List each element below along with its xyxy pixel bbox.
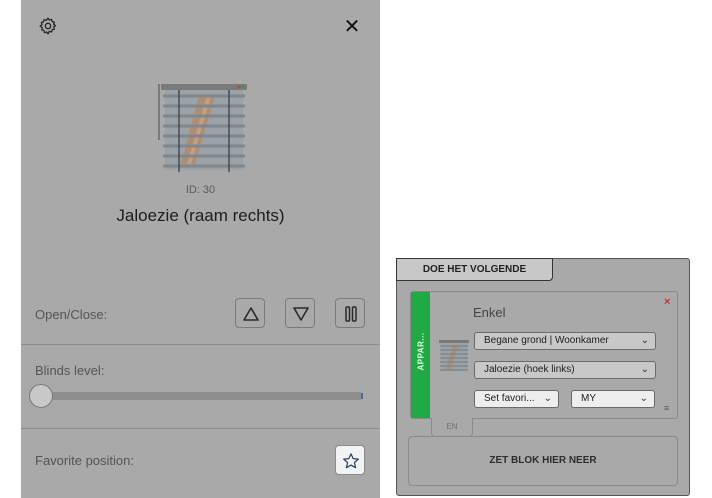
chevron-down-icon: ⌄ <box>639 393 648 404</box>
block-category-strip: APPAR... <box>411 292 430 418</box>
language-tab[interactable]: EN <box>431 418 473 437</box>
block-title: Enkel <box>473 305 506 320</box>
divider <box>21 428 380 429</box>
open-button[interactable] <box>235 298 265 328</box>
favorite-value-select[interactable]: MY ⌄ <box>571 390 655 408</box>
remove-block-icon[interactable]: × <box>664 296 670 308</box>
star-icon <box>343 453 359 469</box>
stop-button[interactable] <box>335 298 365 328</box>
favorite-value: MY <box>581 393 596 404</box>
divider <box>21 344 380 345</box>
pause-icon <box>345 306 357 322</box>
device-select-value: Jaloezie (hoek links) <box>484 364 575 375</box>
blinds-level-label: Blinds level: <box>35 363 105 378</box>
device-id: ID: 30 <box>185 184 216 196</box>
device-select[interactable]: Jaloezie (hoek links) ⌄ <box>474 361 656 379</box>
blinds-level-slider-thumb[interactable] <box>29 384 53 408</box>
location-select[interactable]: Begane grond | Woonkamer ⌄ <box>474 332 656 350</box>
blinds-thumbnail <box>439 340 469 371</box>
device-panel: ✕ ID: 30 Jaloezie (raam rechts) Open/Clo… <box>21 0 380 498</box>
drag-handle-icon[interactable]: ≡ <box>664 403 669 413</box>
blinds-level-slider[interactable] <box>33 392 363 400</box>
device-name: Jaloezie (raam rechts) <box>116 206 285 225</box>
triangle-down-icon <box>293 307 309 321</box>
open-close-label: Open/Close: <box>35 307 108 322</box>
triangle-up-icon <box>243 307 259 321</box>
chevron-down-icon: ⌄ <box>640 335 649 346</box>
blinds-device-image <box>158 84 247 172</box>
favorite-position-label: Favorite position: <box>35 453 134 468</box>
gear-icon[interactable] <box>38 16 58 36</box>
do-next-tab[interactable]: DOE HET VOLGENDE <box>396 258 553 281</box>
device-block[interactable]: APPAR... × Enkel Begane grond | Woonkame… <box>410 291 678 419</box>
favorite-action-value: Set favori... <box>484 393 535 404</box>
favorite-button[interactable] <box>335 445 365 475</box>
close-icon[interactable]: ✕ <box>341 14 363 38</box>
favorite-action-select[interactable]: Set favori... ⌄ <box>474 390 559 408</box>
chevron-down-icon: ⌄ <box>640 364 649 375</box>
drop-zone[interactable]: ZET BLOK HIER NEER <box>408 436 678 486</box>
chevron-down-icon: ⌄ <box>543 393 552 404</box>
rule-workspace: DOE HET VOLGENDE APPAR... × Enkel Begane… <box>396 258 690 496</box>
block-category-label: APPAR... <box>416 332 426 371</box>
location-select-value: Begane grond | Woonkamer <box>484 335 609 346</box>
close-blinds-button[interactable] <box>285 298 315 328</box>
